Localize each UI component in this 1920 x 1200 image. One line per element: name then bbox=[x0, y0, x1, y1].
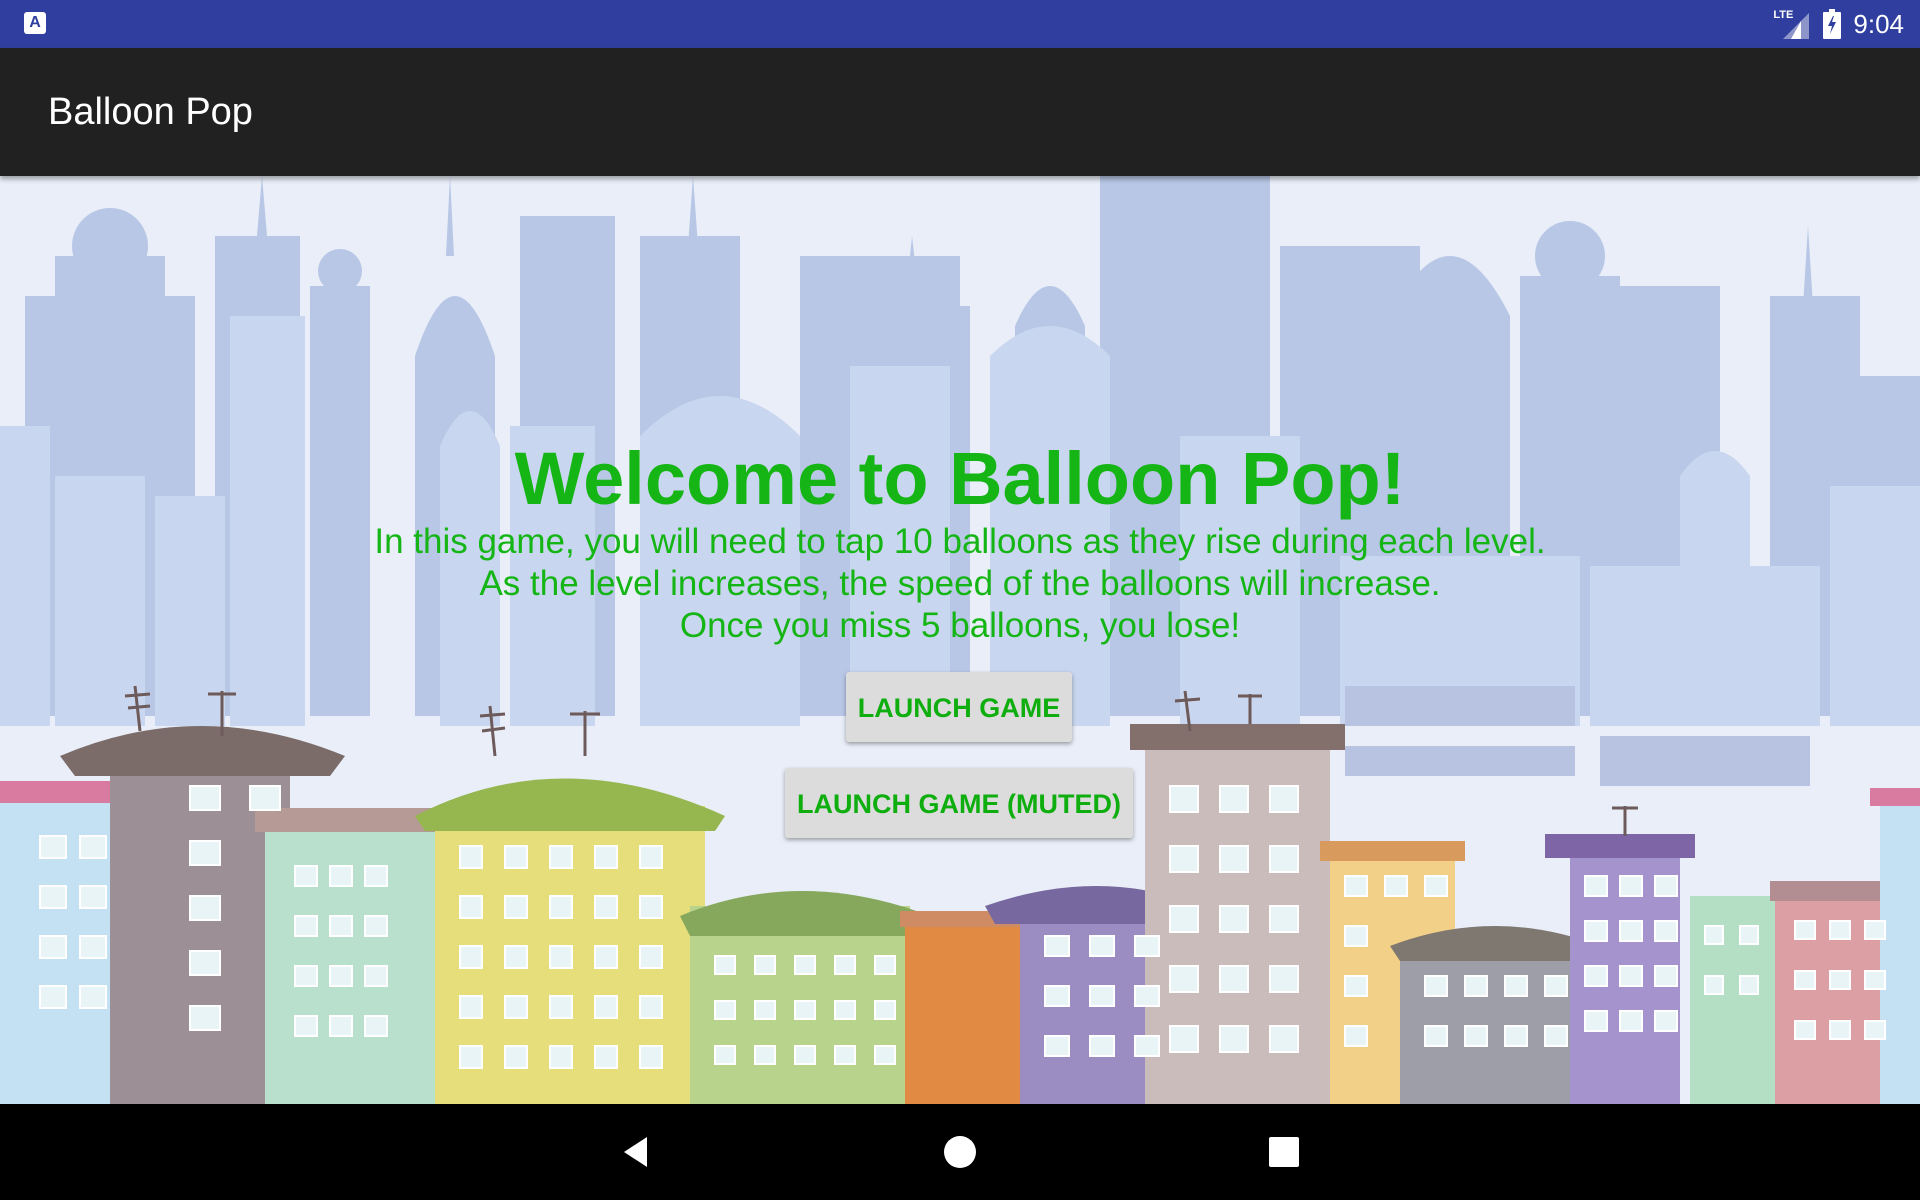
instructions-text: In this game, you will need to tap 10 ba… bbox=[0, 521, 1920, 647]
launch-game-button[interactable]: LAUNCH GAME bbox=[846, 672, 1072, 742]
home-circle-icon[interactable] bbox=[940, 1132, 980, 1172]
navigation-bar bbox=[0, 1104, 1920, 1200]
instruction-line-2: As the level increases, the speed of the… bbox=[479, 564, 1441, 604]
app-bar: Balloon Pop bbox=[0, 48, 1920, 176]
welcome-block: Welcome to Balloon Pop! In this game, yo… bbox=[0, 438, 1920, 647]
android-text-notification-icon: A bbox=[24, 12, 46, 34]
main-content: Welcome to Balloon Pop! In this game, yo… bbox=[0, 176, 1920, 1104]
status-bar: A LTE 9:04 bbox=[0, 0, 1920, 48]
status-icons: LTE 9:04 bbox=[1773, 0, 1904, 48]
battery-charging-icon bbox=[1823, 9, 1842, 39]
lte-signal-icon: LTE bbox=[1773, 9, 1811, 39]
app-title: Balloon Pop bbox=[48, 91, 253, 133]
launch-game-muted-button[interactable]: LAUNCH GAME (MUTED) bbox=[785, 768, 1133, 838]
instruction-line-3: Once you miss 5 balloons, you lose! bbox=[679, 606, 1241, 646]
welcome-title: Welcome to Balloon Pop! bbox=[514, 437, 1406, 520]
recents-square-icon[interactable] bbox=[1264, 1132, 1304, 1172]
back-triangle-icon[interactable] bbox=[617, 1132, 657, 1172]
clock: 9:04 bbox=[1853, 9, 1904, 39]
instruction-line-1: In this game, you will need to tap 10 ba… bbox=[374, 522, 1546, 562]
